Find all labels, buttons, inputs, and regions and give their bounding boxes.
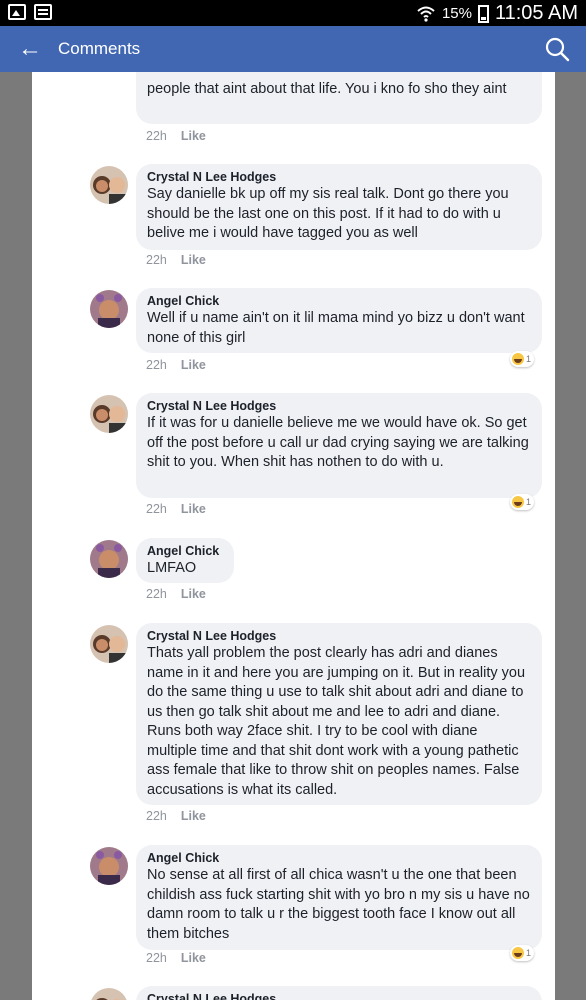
comment-bubble[interactable]: Crystal N Lee Hodges (136, 986, 542, 1000)
avatar[interactable] (90, 166, 128, 204)
comment-author[interactable]: Crystal N Lee Hodges (147, 170, 530, 184)
reaction-badge[interactable]: 1 (510, 351, 535, 367)
comment-bubble[interactable]: Crystal N Lee Hodges If it was for u dan… (136, 393, 542, 498)
comment-text: No sense at all first of all chica wasn'… (147, 867, 530, 942)
like-button[interactable]: Like (181, 809, 206, 823)
like-button[interactable]: Like (181, 129, 206, 143)
comment-bubble[interactable]: Angel Chick LMFAO (136, 538, 234, 583)
comment-author[interactable]: Angel Chick (147, 544, 222, 558)
comment-time: 22h (146, 951, 167, 965)
battery-percent: 15% (441, 5, 472, 22)
reaction-count: 1 (526, 948, 532, 958)
comment-author[interactable]: Crystal N Lee Hodges (147, 399, 530, 413)
comment-text: Well if u name ain't on it lil mama mind… (147, 310, 525, 346)
back-arrow-icon[interactable]: ← (18, 35, 42, 63)
comment-time: 22h (146, 129, 167, 143)
comment-meta: 22h Like (146, 951, 206, 965)
avatar[interactable] (90, 290, 128, 328)
page-title: Comments (58, 39, 141, 58)
comment-text: people that aint about that life. You i … (147, 81, 507, 97)
comment-time: 22h (146, 358, 167, 372)
comment-author[interactable]: Angel Chick (147, 851, 530, 865)
wifi-icon (417, 6, 435, 22)
comments-list[interactable]: people that aint about that life. You i … (32, 72, 555, 1000)
comment-time: 22h (146, 587, 167, 601)
search-icon[interactable] (544, 36, 570, 62)
avatar-photo (90, 540, 128, 578)
comment-meta: 22h Like (146, 129, 206, 143)
avatar-photo (90, 395, 128, 433)
comment-time: 22h (146, 253, 167, 267)
like-button[interactable]: Like (181, 951, 206, 965)
avatar[interactable] (90, 540, 128, 578)
status-bar: 15% 11:05 AM (0, 0, 586, 26)
comment-text: Say danielle bk up off my sis real talk.… (147, 186, 509, 241)
like-button[interactable]: Like (181, 253, 206, 267)
comment-meta: 22h Like (146, 502, 206, 516)
avatar-photo (90, 988, 128, 1000)
reaction-count: 1 (526, 354, 532, 364)
comment-meta: 22h Like (146, 253, 206, 267)
haha-reaction-icon (512, 947, 524, 959)
haha-reaction-icon (512, 353, 524, 365)
comment-author[interactable]: Crystal N Lee Hodges (147, 629, 530, 643)
comment-time: 22h (146, 502, 167, 516)
comment-text: If it was for u danielle believe me we w… (147, 415, 529, 470)
battery-icon (477, 4, 489, 23)
like-button[interactable]: Like (181, 587, 206, 601)
reaction-badge[interactable]: 1 (510, 494, 535, 510)
comment-meta: 22h Like (146, 587, 206, 601)
comment-meta: 22h Like (146, 358, 206, 372)
gallery-notification-icon (8, 4, 26, 20)
reaction-badge[interactable]: 1 (510, 945, 535, 961)
comment-bubble[interactable]: Crystal N Lee Hodges Say danielle bk up … (136, 164, 542, 250)
like-button[interactable]: Like (181, 502, 206, 516)
comment-meta: 22h Like (146, 809, 206, 823)
comment-author[interactable]: Angel Chick (147, 294, 530, 308)
avatar-photo (90, 166, 128, 204)
avatar-photo (90, 290, 128, 328)
message-notification-icon (34, 4, 52, 20)
avatar[interactable] (90, 847, 128, 885)
avatar-photo (90, 847, 128, 885)
clock: 11:05 AM (494, 2, 578, 24)
like-button[interactable]: Like (181, 358, 206, 372)
avatar-photo (90, 625, 128, 663)
avatar[interactable] (90, 395, 128, 433)
comment-time: 22h (146, 809, 167, 823)
haha-reaction-icon (512, 496, 524, 508)
avatar[interactable] (90, 988, 128, 1000)
comment-text: Thats yall problem the post clearly has … (147, 645, 526, 798)
comment-bubble[interactable]: Angel Chick Well if u name ain't on it l… (136, 288, 542, 353)
comment-bubble[interactable]: Angel Chick No sense at all first of all… (136, 845, 542, 950)
reaction-count: 1 (526, 497, 532, 507)
app-bar: ← Comments (0, 26, 586, 72)
comment-bubble[interactable]: Crystal N Lee Hodges Thats yall problem … (136, 623, 542, 805)
comment-author[interactable]: Crystal N Lee Hodges (147, 992, 530, 1000)
comment-bubble[interactable]: people that aint about that life. You i … (136, 72, 542, 124)
comment-text: LMFAO (147, 560, 197, 576)
avatar[interactable] (90, 625, 128, 663)
